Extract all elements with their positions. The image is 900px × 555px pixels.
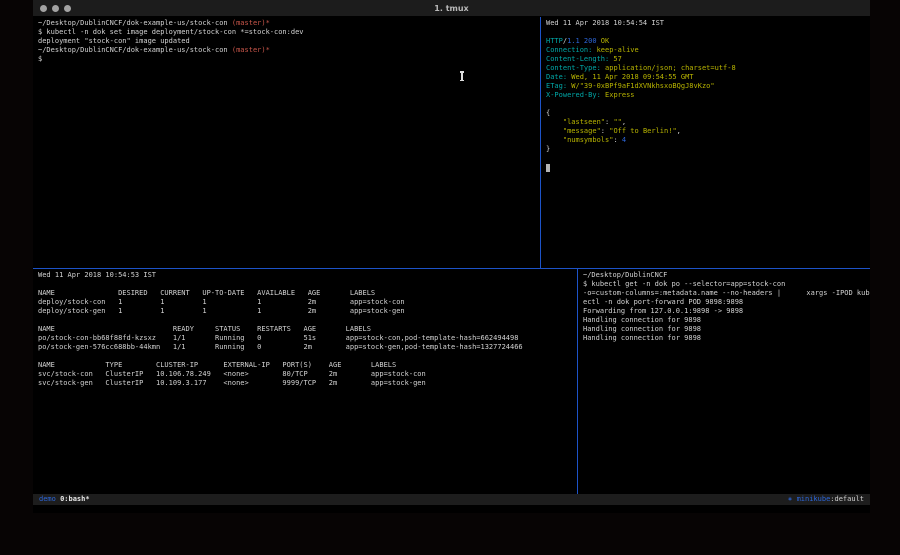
kubernetes-helm-icon: ⎈ [788, 494, 796, 505]
pane-kubectl-deploy[interactable]: ~/Desktop/DublinCNCF/dok-example-us/stoc… [33, 17, 540, 268]
shell-prompt-line: ~/Desktop/DublinCNCF/dok-example-us/stoc… [38, 46, 540, 55]
command-output: Forwarding from 127.0.0.1:9898 -> 9898 [583, 307, 870, 316]
shell-path: ~/Desktop/DublinCNCF [583, 271, 870, 280]
git-branch: (master)* [228, 19, 270, 27]
shell-prompt-line: ~/Desktop/DublinCNCF/dok-example-us/stoc… [38, 19, 540, 28]
tmux-session-name: demo [39, 494, 56, 505]
minimize-button[interactable] [52, 5, 59, 12]
git-branch: (master)* [228, 46, 270, 54]
pane-http-response[interactable]: Wed 11 Apr 2018 10:54:54 IST HTTP/1.1 20… [541, 17, 870, 268]
kube-namespace: :default [830, 494, 864, 505]
status-right: ⎈ minikube :default [788, 494, 864, 505]
json-row: "lastseen": "", [546, 118, 870, 127]
table-row: po/stock-gen-576cc688bb-44kmn 1/1 Runnin… [38, 343, 577, 352]
prompt-char: $ [38, 55, 540, 64]
close-button[interactable] [40, 5, 47, 12]
terminal-body: ~/Desktop/DublinCNCF/dok-example-us/stoc… [33, 17, 870, 513]
http-header: Content-Type: application/json; charset=… [546, 64, 870, 73]
command-output: Handling connection for 9898 [583, 316, 870, 325]
status-left: demo 0:bash* [39, 494, 788, 505]
zoom-button[interactable] [64, 5, 71, 12]
http-header: X-Powered-By: Express [546, 91, 870, 100]
terminal-window: 1. tmux ~/Desktop/DublinCNCF/dok-example… [33, 0, 870, 513]
prompt-path: ~/Desktop/DublinCNCF/dok-example-us/stoc… [38, 46, 228, 54]
table-row: svc/stock-gen ClusterIP 10.109.3.177 <no… [38, 379, 577, 388]
table-header: NAME READY STATUS RESTARTS AGE LABELS [38, 325, 577, 334]
table-row: deploy/stock-con 1 1 1 1 2m app=stock-co… [38, 298, 577, 307]
shell-command: ectl -n dok port-forward POD 9898:9898 [583, 298, 870, 307]
timestamp: Wed 11 Apr 2018 10:54:54 IST [546, 19, 870, 28]
timestamp: Wed 11 Apr 2018 10:54:53 IST [38, 271, 577, 280]
table-row: svc/stock-con ClusterIP 10.106.78.249 <n… [38, 370, 577, 379]
table-header: NAME TYPE CLUSTER-IP EXTERNAL-IP PORT(S)… [38, 361, 577, 370]
table-row: po/stock-con-bb68f88fd-kzsxz 1/1 Running… [38, 334, 577, 343]
http-header: ETag: W/"39-0xBPf9aF1dXVNkhsxoBQgJ8vKzo" [546, 82, 870, 91]
json-brace-close: } [546, 145, 870, 154]
command-output: Handling connection for 9898 [583, 325, 870, 334]
pane-port-forward[interactable]: ~/Desktop/DublinCNCF $ kubectl get -n do… [578, 269, 870, 494]
shell-command: $ kubectl get -n dok po --selector=app=s… [583, 280, 870, 289]
tmux-window-label[interactable]: 0:bash* [60, 494, 90, 505]
shell-command: -o=custom-columns=:metadata.name --no-he… [583, 289, 870, 298]
http-status-line: HTTP/1.1 200 OK [546, 37, 870, 46]
json-row: "message": "Off to Berlin!", [546, 127, 870, 136]
command-output: Handling connection for 9898 [583, 334, 870, 343]
http-header: Content-Length: 57 [546, 55, 870, 64]
table-header: NAME DESIRED CURRENT UP-TO-DATE AVAILABL… [38, 289, 577, 298]
json-brace-open: { [546, 109, 870, 118]
prompt-path: ~/Desktop/DublinCNCF/dok-example-us/stoc… [38, 19, 228, 27]
pane-divider-horizontal[interactable] [33, 268, 870, 269]
command-output: deployment "stock-con" image updated [38, 37, 540, 46]
http-header: Date: Wed, 11 Apr 2018 09:54:55 GMT [546, 73, 870, 82]
window-title: 1. tmux [33, 4, 870, 13]
tmux-status-bar: demo 0:bash* ⎈ minikube :default [33, 494, 870, 505]
window-titlebar[interactable]: 1. tmux [33, 0, 870, 17]
http-header: Connection: keep-alive [546, 46, 870, 55]
pane-divider-vertical-top[interactable] [540, 17, 541, 268]
json-row: "numsymbols": 4 [546, 136, 870, 145]
table-row: deploy/stock-gen 1 1 1 1 2m app=stock-ge… [38, 307, 577, 316]
shell-command: $ kubectl -n dok set image deployment/st… [38, 28, 540, 37]
pane-kubectl-get[interactable]: Wed 11 Apr 2018 10:54:53 IST NAME DESIRE… [33, 269, 577, 494]
desktop-background: 1. tmux ~/Desktop/DublinCNCF/dok-example… [0, 0, 900, 555]
mouse-cursor-ibeam [459, 71, 464, 81]
pane-divider-vertical-bottom[interactable] [577, 269, 578, 494]
traffic-lights [40, 0, 71, 17]
kube-context: minikube [797, 494, 831, 505]
terminal-cursor [546, 164, 550, 172]
